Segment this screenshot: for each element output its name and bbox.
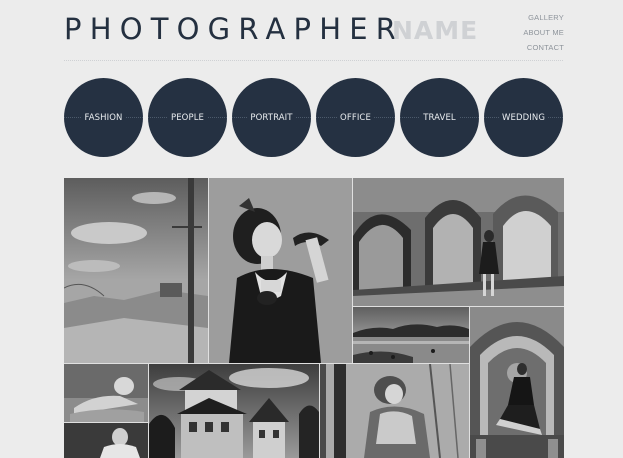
site-logo-name: NAME <box>392 16 479 45</box>
category-portrait-button[interactable]: PORTRAIT <box>232 78 311 157</box>
gallery-photo-field[interactable] <box>320 364 469 458</box>
category-label: OFFICE <box>337 112 374 123</box>
site-logo[interactable]: PHOTOGRAPHER <box>64 12 404 46</box>
category-label: FASHION <box>81 112 126 123</box>
nav-link-about-me[interactable]: ABOUT ME <box>523 25 564 40</box>
gallery-photo-ornate[interactable] <box>470 307 564 458</box>
gallery-photo-arches[interactable] <box>353 178 564 306</box>
gallery-photo-chalet[interactable] <box>149 364 319 458</box>
category-label: PEOPLE <box>167 112 208 123</box>
gallery-photo-landscape[interactable] <box>64 178 208 363</box>
site-header: PHOTOGRAPHER NAME GALLERY ABOUT ME CONTA… <box>0 0 623 60</box>
gallery-photo-pinup[interactable] <box>209 178 352 363</box>
category-office-button[interactable]: OFFICE <box>316 78 395 157</box>
category-wedding-button[interactable]: WEDDING <box>484 78 563 157</box>
photo-gallery <box>64 178 564 458</box>
category-label: WEDDING <box>498 112 549 123</box>
nav-link-contact[interactable]: CONTACT <box>523 40 564 55</box>
category-label: PORTRAIT <box>247 112 296 123</box>
gallery-photo-reclining[interactable] <box>64 364 148 422</box>
gallery-photo-bride[interactable] <box>64 423 148 458</box>
category-label: TRAVEL <box>420 112 459 123</box>
category-travel-button[interactable]: TRAVEL <box>400 78 479 157</box>
nav-link-gallery[interactable]: GALLERY <box>523 10 564 25</box>
gallery-photo-lake[interactable] <box>353 307 469 363</box>
header-divider <box>64 60 563 61</box>
category-navigation: FASHION PEOPLE PORTRAIT OFFICE TRAVEL WE… <box>64 78 564 157</box>
top-navigation: GALLERY ABOUT ME CONTACT <box>523 10 564 55</box>
category-people-button[interactable]: PEOPLE <box>148 78 227 157</box>
category-fashion-button[interactable]: FASHION <box>64 78 143 157</box>
